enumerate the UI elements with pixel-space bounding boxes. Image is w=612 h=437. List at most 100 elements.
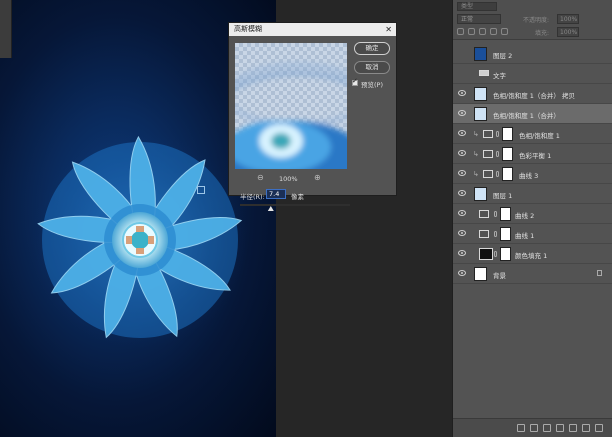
trash-icon[interactable] bbox=[595, 424, 603, 432]
adjustment-icon[interactable] bbox=[556, 424, 564, 432]
visibility-eye-icon[interactable] bbox=[458, 210, 466, 216]
preview-image bbox=[235, 62, 347, 169]
visibility-eye-icon[interactable] bbox=[458, 150, 466, 156]
cancel-button[interactable]: 取消 bbox=[354, 61, 390, 74]
transform-handle[interactable] bbox=[197, 186, 205, 194]
clipping-arrow-icon: ↳ bbox=[473, 150, 479, 158]
layer-name[interactable]: 曲线 1 bbox=[515, 230, 534, 240]
ok-button[interactable]: 确定 bbox=[354, 42, 390, 55]
lock-transparent-icon[interactable] bbox=[457, 28, 464, 35]
layer-name[interactable]: 曲线 3 bbox=[519, 170, 538, 180]
layer-name[interactable]: 色彩平衡 1 bbox=[519, 150, 551, 160]
fill-input[interactable]: 100% bbox=[557, 27, 579, 37]
visibility-eye-icon[interactable] bbox=[458, 90, 466, 96]
preview-label: 预览(P) bbox=[361, 81, 383, 89]
new-layer-icon[interactable] bbox=[582, 424, 590, 432]
layer-name[interactable]: 色相/饱和度 1 bbox=[519, 130, 560, 140]
visibility-eye-icon[interactable] bbox=[458, 250, 466, 256]
adjustment-icon bbox=[479, 230, 489, 238]
mask-link-icon[interactable] bbox=[496, 151, 499, 157]
folder-icon[interactable] bbox=[569, 424, 577, 432]
layer-row[interactable]: 曲线 1 bbox=[453, 224, 612, 244]
clipping-arrow-icon: ↳ bbox=[473, 130, 479, 138]
preview-checkbox[interactable] bbox=[352, 77, 358, 86]
layer-name[interactable]: 色相/饱和度 1（合并） 拷贝 bbox=[493, 90, 575, 100]
kind-filter[interactable]: 类型 bbox=[457, 2, 497, 11]
layer-name[interactable]: 色相/饱和度 1（合并） bbox=[493, 110, 560, 120]
gaussian-blur-dialog[interactable]: 高斯模糊 ✕ 确定 取消 预览(P) ⊖ 100% ⊕ bbox=[228, 22, 397, 211]
layer-name[interactable]: 背景 bbox=[493, 270, 506, 280]
layer-thumbnail bbox=[474, 267, 487, 281]
opacity-label: 不透明度: bbox=[523, 17, 550, 24]
radius-slider[interactable] bbox=[240, 202, 350, 212]
lock-all-icon[interactable] bbox=[501, 28, 508, 35]
blur-preview[interactable] bbox=[235, 43, 347, 169]
layer-thumbnail bbox=[474, 87, 487, 101]
close-icon[interactable]: ✕ bbox=[385, 23, 392, 36]
radius-label: 半径(R): bbox=[240, 193, 265, 201]
layers-panel[interactable]: 类型 正常 不透明度: 100% 填充: 100% 图层 2 文字色相/饱和度 1… bbox=[452, 0, 612, 437]
dialog-title: 高斯模糊 bbox=[229, 23, 396, 36]
visibility-eye-icon[interactable] bbox=[458, 270, 466, 276]
adjustment-icon bbox=[483, 130, 493, 138]
visibility-eye-icon[interactable] bbox=[458, 130, 466, 136]
mask-icon[interactable] bbox=[543, 424, 551, 432]
lock-icon bbox=[597, 270, 602, 276]
radius-input[interactable]: 7.4 bbox=[266, 189, 286, 199]
layer-row[interactable]: ↳ 色相/饱和度 1 bbox=[453, 124, 612, 144]
layer-name[interactable]: 图层 2 bbox=[493, 50, 512, 60]
layers-panel-footer bbox=[453, 418, 612, 437]
layer-name[interactable]: 文字 bbox=[493, 70, 506, 80]
layer-mask-thumbnail[interactable] bbox=[502, 167, 513, 181]
layer-name[interactable]: 颜色填充 1 bbox=[515, 250, 547, 260]
visibility-eye-icon[interactable] bbox=[458, 170, 466, 176]
tools-strip[interactable] bbox=[0, 0, 12, 58]
layer-mask-thumbnail[interactable] bbox=[500, 227, 511, 241]
mask-link-icon[interactable] bbox=[494, 251, 497, 257]
layer-thumbnail bbox=[474, 107, 487, 121]
fill-thumbnail bbox=[479, 248, 493, 260]
layer-name[interactable]: 曲线 2 bbox=[515, 210, 534, 220]
lock-position-icon[interactable] bbox=[479, 28, 486, 35]
adjustment-icon bbox=[483, 150, 493, 158]
document-workspace[interactable]: 高斯模糊 ✕ 确定 取消 预览(P) ⊖ 100% ⊕ bbox=[0, 0, 452, 437]
layer-row[interactable]: 图层 1 bbox=[453, 184, 612, 204]
visibility-eye-icon[interactable] bbox=[458, 190, 466, 196]
layer-mask-thumbnail[interactable] bbox=[502, 147, 513, 161]
opacity-input[interactable]: 100% bbox=[557, 14, 579, 24]
layer-name[interactable]: 图层 1 bbox=[493, 190, 512, 200]
zoom-out-icon[interactable]: ⊖ bbox=[257, 173, 264, 182]
blend-mode-select[interactable]: 正常 bbox=[457, 14, 501, 24]
lock-pixels-icon[interactable] bbox=[468, 28, 475, 35]
layers-panel-header: 类型 正常 不透明度: 100% 填充: 100% bbox=[453, 0, 612, 40]
layer-mask-thumbnail[interactable] bbox=[500, 207, 511, 221]
visibility-eye-icon[interactable] bbox=[458, 230, 466, 236]
fx-icon[interactable] bbox=[530, 424, 538, 432]
layer-mask-thumbnail[interactable] bbox=[502, 127, 513, 141]
layer-row[interactable]: 背景 bbox=[453, 264, 612, 284]
mask-link-icon[interactable] bbox=[496, 131, 499, 137]
layer-row[interactable]: 颜色填充 1 bbox=[453, 244, 612, 264]
layer-row[interactable]: 色相/饱和度 1（合并） 拷贝 bbox=[453, 84, 612, 104]
mask-link-icon[interactable] bbox=[494, 211, 497, 217]
lock-artboard-icon[interactable] bbox=[490, 28, 497, 35]
mask-link-icon[interactable] bbox=[496, 171, 499, 177]
slider-thumb[interactable] bbox=[267, 206, 274, 211]
layer-row[interactable]: 图层 2 bbox=[453, 44, 612, 64]
layer-thumbnail bbox=[474, 187, 487, 201]
layer-row[interactable]: 色相/饱和度 1（合并） bbox=[453, 104, 612, 124]
zoom-level: 100% bbox=[279, 175, 298, 183]
radius-unit: 像素 bbox=[291, 193, 304, 201]
layer-row[interactable]: 曲线 2 bbox=[453, 204, 612, 224]
folder-icon bbox=[479, 70, 489, 76]
visibility-eye-icon[interactable] bbox=[458, 110, 466, 116]
fill-label: 填充: bbox=[535, 30, 550, 37]
layer-row[interactable]: 文字 bbox=[453, 64, 612, 84]
zoom-in-icon[interactable]: ⊕ bbox=[314, 173, 321, 182]
adjustment-icon bbox=[479, 210, 489, 218]
layer-mask-thumbnail[interactable] bbox=[500, 247, 511, 261]
layer-row[interactable]: ↳ 曲线 3 bbox=[453, 164, 612, 184]
mask-link-icon[interactable] bbox=[494, 231, 497, 237]
link-icon[interactable] bbox=[517, 424, 525, 432]
layer-row[interactable]: ↳ 色彩平衡 1 bbox=[453, 144, 612, 164]
